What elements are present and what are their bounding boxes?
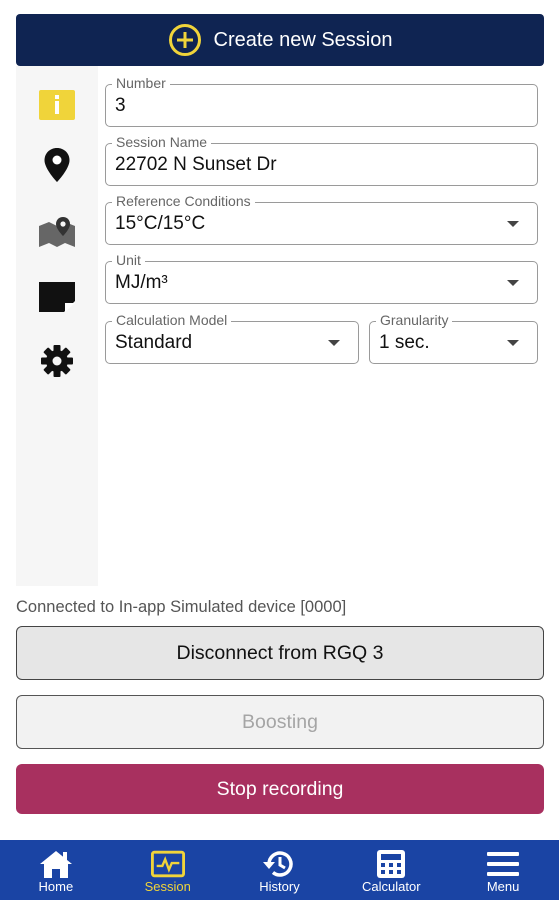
calculator-icon [374,848,408,880]
granularity-label: Granularity [376,312,453,328]
granularity-value: 1 sec. [379,332,430,353]
boosting-button[interactable]: Boosting [16,695,544,749]
chevron-down-icon [507,280,519,286]
unit-value: MJ/m³ [115,272,168,293]
create-session-label: Create new Session [213,28,393,51]
disconnect-button[interactable]: Disconnect from RGQ 3 [16,626,544,680]
session-icon [150,848,185,880]
session-name-field[interactable]: Session Name 22702 N Sunset Dr [105,134,538,186]
nav-calculator-label: Calculator [362,879,421,894]
chevron-down-icon [328,340,340,346]
map-icon[interactable] [38,213,76,251]
nav-session[interactable]: Session [112,840,224,900]
granularity-select[interactable]: Granularity 1 sec. [369,312,538,364]
unit-select[interactable]: Unit MJ/m³ [105,252,538,304]
connection-status-text: Connected to In-app Simulated device [00… [16,598,347,616]
number-value: 3 [115,95,126,116]
nav-history-label: History [259,879,300,894]
nav-home[interactable]: Home [0,840,112,900]
nav-menu-label: Menu [486,879,520,894]
bottom-navigation: Home Session History Calculator Menu [0,840,559,900]
number-label: Number [112,75,170,91]
home-icon [39,848,73,880]
nav-session-label: Session [144,879,191,894]
calculation-model-select[interactable]: Calculation Model Standard [105,312,359,364]
chevron-down-icon [507,221,519,227]
stop-recording-button[interactable]: Stop recording [16,764,544,814]
nav-menu[interactable]: Menu [447,840,559,900]
reference-conditions-value: 15°C/15°C [115,213,206,234]
section-icon-column [16,66,98,586]
history-icon [262,848,296,880]
create-session-button[interactable]: Create new Session [16,14,544,66]
gear-icon[interactable] [38,342,76,380]
unit-label: Unit [112,252,145,268]
session-name-label: Session Name [112,134,212,150]
add-circle-icon [168,23,202,57]
reference-conditions-select[interactable]: Reference Conditions 15°C/15°C [105,193,538,245]
info-icon[interactable] [38,86,76,124]
calculation-model-value: Standard [115,332,193,353]
reference-conditions-label: Reference Conditions [112,193,255,209]
session-name-value: 22702 N Sunset Dr [115,154,277,175]
nav-home-label: Home [38,879,74,894]
number-field[interactable]: Number 3 [105,75,538,127]
calculation-model-label: Calculation Model [112,312,232,328]
menu-icon [486,848,520,880]
nav-history[interactable]: History [224,840,336,900]
nav-calculator[interactable]: Calculator [335,840,447,900]
note-icon[interactable] [38,278,76,316]
location-pin-icon[interactable] [38,146,76,184]
chevron-down-icon [507,340,519,346]
